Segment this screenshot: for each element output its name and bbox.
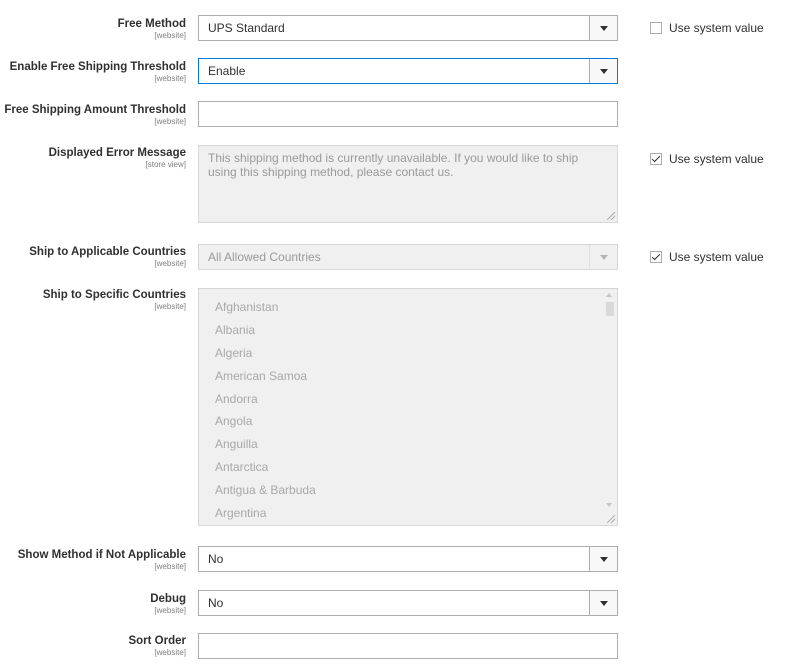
country-option[interactable]: Argentina: [215, 502, 617, 525]
show-method-value: No: [208, 552, 224, 566]
sort-order-label-group: Sort Order [website]: [0, 634, 186, 657]
specific-countries-scope: [website]: [154, 302, 186, 311]
sort-order-label: Sort Order: [128, 635, 186, 647]
free-method-value: UPS Standard: [208, 21, 285, 35]
sort-order-input[interactable]: [198, 633, 618, 659]
debug-dropdown-toggle[interactable]: [589, 591, 617, 615]
chevron-down-icon: [599, 600, 608, 606]
scroll-up-icon[interactable]: [606, 293, 612, 297]
free-method-use-system-label: Use system value: [669, 21, 764, 35]
error-message-label-group: Displayed Error Message [store view]: [0, 146, 186, 169]
applicable-countries-dropdown-toggle[interactable]: [589, 245, 617, 269]
error-message-use-system-checkbox[interactable]: [650, 153, 662, 165]
applicable-countries-use-system-checkbox[interactable]: [650, 251, 662, 263]
scrollbar-thumb[interactable]: [606, 302, 614, 316]
applicable-countries-value: All Allowed Countries: [208, 250, 321, 264]
amount-threshold-label-group: Free Shipping Amount Threshold [website]: [0, 103, 186, 126]
chevron-down-icon: [599, 25, 608, 31]
show-method-dropdown-toggle[interactable]: [589, 547, 617, 571]
enable-threshold-value: Enable: [208, 64, 246, 78]
country-option[interactable]: American Samoa: [215, 365, 617, 388]
error-message-text: This shipping method is currently unavai…: [208, 151, 579, 179]
enable-threshold-label-group: Enable Free Shipping Threshold [website]: [0, 60, 186, 83]
applicable-countries-use-system-label: Use system value: [669, 250, 764, 264]
row-specific-countries: Ship to Specific Countries [website] Afg…: [0, 288, 800, 526]
amount-threshold-label: Free Shipping Amount Threshold: [4, 104, 186, 116]
chevron-down-icon: [599, 556, 608, 562]
amount-threshold-input[interactable]: [198, 101, 618, 127]
resize-grip-icon[interactable]: [607, 212, 615, 220]
error-message-use-system[interactable]: Use system value: [650, 152, 764, 166]
specific-countries-label-group: Ship to Specific Countries [website]: [0, 288, 186, 311]
applicable-countries-use-system[interactable]: Use system value: [650, 250, 764, 264]
debug-select[interactable]: No: [198, 590, 618, 616]
free-method-select[interactable]: UPS Standard: [198, 15, 618, 41]
sort-order-scope: [website]: [154, 648, 186, 657]
chevron-down-icon: [599, 68, 608, 74]
country-option[interactable]: Angola: [215, 410, 617, 433]
country-option[interactable]: Antarctica: [215, 456, 617, 479]
enable-threshold-scope: [website]: [154, 74, 186, 83]
country-option[interactable]: Algeria: [215, 342, 617, 365]
country-option[interactable]: Afghanistan: [215, 296, 617, 319]
country-list: Afghanistan Albania Algeria American Samoa A…: [199, 289, 617, 525]
free-method-use-system[interactable]: Use system value: [650, 21, 764, 35]
show-method-label: Show Method if Not Applicable: [17, 549, 186, 561]
show-method-scope: [website]: [154, 562, 186, 571]
country-option[interactable]: Anguilla: [215, 433, 617, 456]
chevron-down-icon: [599, 254, 608, 260]
applicable-countries-scope: [website]: [154, 259, 186, 268]
show-method-label-group: Show Method if Not Applicable [website]: [0, 548, 186, 571]
resize-grip-icon[interactable]: [607, 515, 615, 523]
specific-countries-multiselect[interactable]: Afghanistan Albania Algeria American Samoa A…: [198, 288, 618, 526]
show-method-select[interactable]: No: [198, 546, 618, 572]
country-option[interactable]: Antigua & Barbuda: [215, 479, 617, 502]
applicable-countries-select[interactable]: All Allowed Countries: [198, 244, 618, 270]
debug-label: Debug: [150, 593, 186, 605]
enable-threshold-select[interactable]: Enable: [198, 58, 618, 84]
applicable-countries-label: Ship to Applicable Countries: [29, 246, 186, 258]
shipping-config-form: Free Method [website] UPS Standard Use s…: [0, 0, 800, 664]
error-message-use-system-label: Use system value: [669, 152, 764, 166]
error-message-textarea[interactable]: This shipping method is currently unavai…: [198, 145, 618, 223]
free-method-scope: [website]: [154, 31, 186, 40]
free-method-label-group: Free Method [website]: [0, 17, 186, 40]
country-option[interactable]: Albania: [215, 319, 617, 342]
free-method-dropdown-toggle[interactable]: [589, 16, 617, 40]
country-list-scrollbar[interactable]: [603, 289, 617, 525]
scroll-down-icon[interactable]: [606, 503, 612, 507]
error-message-label: Displayed Error Message: [48, 147, 186, 159]
row-error-message: Displayed Error Message [store view] Thi…: [0, 145, 800, 223]
free-method-label: Free Method: [117, 18, 186, 30]
enable-threshold-label: Enable Free Shipping Threshold: [9, 61, 186, 73]
country-option[interactable]: Andorra: [215, 388, 617, 411]
amount-threshold-scope: [website]: [154, 117, 186, 126]
applicable-countries-label-group: Ship to Applicable Countries [website]: [0, 245, 186, 268]
debug-value: No: [208, 596, 224, 610]
debug-label-group: Debug [website]: [0, 592, 186, 615]
error-message-scope: [store view]: [145, 160, 186, 169]
enable-threshold-dropdown-toggle[interactable]: [589, 59, 617, 83]
debug-scope: [website]: [154, 606, 186, 615]
free-method-use-system-checkbox[interactable]: [650, 22, 662, 34]
specific-countries-label: Ship to Specific Countries: [42, 289, 186, 301]
